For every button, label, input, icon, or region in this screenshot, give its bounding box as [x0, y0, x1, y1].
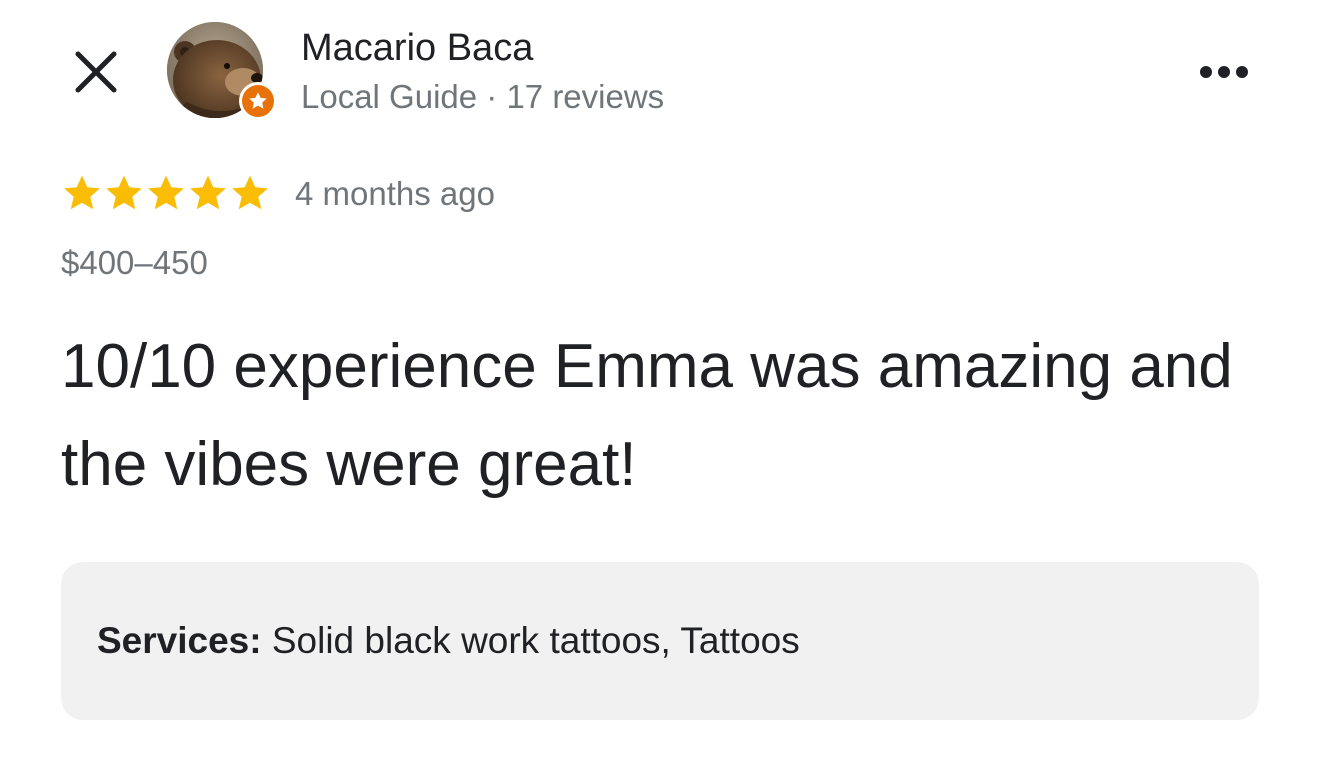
services-line: Services: Solid black work tattoos, Tatt…	[97, 618, 800, 664]
local-guide-star-icon	[242, 85, 274, 117]
more-options-button[interactable]	[1192, 50, 1256, 94]
services-box: Services: Solid black work tattoos, Tatt…	[61, 562, 1259, 720]
author-meta: Local Guide · 17 reviews	[301, 78, 665, 115]
star-rating	[62, 174, 270, 212]
star-icon	[106, 175, 142, 210]
close-button[interactable]	[66, 42, 126, 102]
review-date: 4 months ago	[295, 175, 495, 212]
star-icon	[190, 175, 226, 210]
services-label: Services:	[97, 620, 262, 661]
author-avatar-group[interactable]	[167, 22, 277, 122]
more-options-icon	[1200, 66, 1248, 78]
review-text: 10/10 experience Emma was amazing and th…	[61, 332, 1233, 499]
services-value: Solid black work tattoos, Tattoos	[261, 620, 800, 661]
author-name[interactable]: Macario Baca	[301, 24, 533, 72]
local-guide-badge	[239, 82, 277, 120]
star-icon	[64, 175, 100, 210]
close-icon	[75, 51, 117, 93]
price-range: $400–450	[61, 244, 208, 281]
star-icon	[232, 175, 268, 210]
star-icon	[148, 175, 184, 210]
